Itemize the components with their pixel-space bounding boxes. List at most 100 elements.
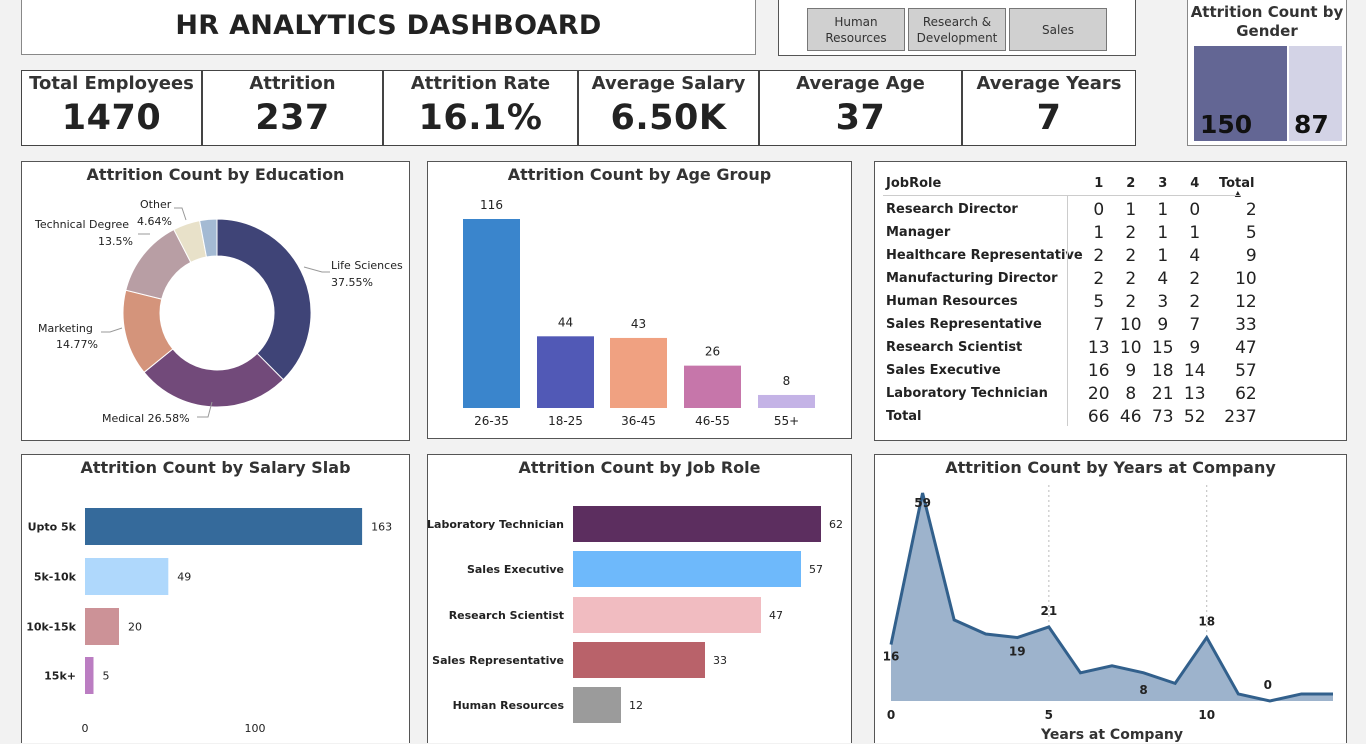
matrix-row[interactable]: Sales Executive 16 9 18 14 57	[883, 359, 1263, 382]
salary-bar-value: 49	[177, 571, 191, 584]
matrix-row[interactable]: Sales Representative 7 10 9 7 33	[883, 313, 1263, 336]
matrix-cell: 7	[1093, 314, 1105, 335]
matrix-header-col[interactable]: 1	[1083, 168, 1115, 198]
matrix-cell: 1	[1157, 245, 1169, 266]
matrix-cell: 0	[1189, 199, 1201, 220]
matrix-header-jobrole[interactable]: JobRole	[883, 168, 1083, 198]
matrix-cell: 10	[1235, 268, 1257, 289]
matrix-header-col[interactable]: 3	[1147, 168, 1179, 198]
jobrole-bar-sales-executive[interactable]	[573, 551, 801, 587]
matrix-row[interactable]: Healthcare Representative 2 2 1 4 9	[883, 244, 1263, 267]
matrix-cell: 1	[1157, 222, 1169, 243]
jobrole-bar-value: 57	[809, 563, 823, 576]
matrix-row[interactable]: Human Resources 5 2 3 2 12	[883, 290, 1263, 313]
age-bar-value: 26	[705, 345, 720, 359]
matrix-row[interactable]: Manufacturing Director 2 2 4 2 10	[883, 267, 1263, 290]
age-bar-46-55[interactable]	[684, 365, 741, 408]
matrix-row[interactable]: Laboratory Technician 20 8 21 13 62	[883, 382, 1263, 405]
matrix-cell: 9	[1189, 337, 1201, 358]
age-group-bar-chart: 116 26-35 44 18-25 43 36-45 26 46-55 8 55+	[463, 198, 815, 428]
slicer-research-development-button[interactable]: Research & Development	[908, 8, 1006, 51]
matrix-cell: 46	[1119, 406, 1142, 427]
matrix-cell: 57	[1235, 360, 1257, 381]
slicer-label: Research &	[922, 14, 992, 29]
years-area[interactable]	[891, 493, 1333, 701]
matrix-row-label: Total	[886, 409, 922, 424]
age-bar-26-35[interactable]	[463, 219, 520, 408]
age-bar-18-25[interactable]	[537, 336, 594, 408]
years-point-label: 18	[1198, 615, 1215, 629]
label-other: Other	[140, 198, 172, 211]
age-group-panel: Attrition Count by Age Group 116 26-35 44 1…	[427, 161, 852, 439]
jobrole-bar-value: 62	[829, 518, 843, 531]
page-title: HR ANALYTICS DASHBOARD	[175, 10, 602, 41]
salary-bar-value: 5	[103, 670, 110, 683]
matrix-row[interactable]: Manager 1 2 1 1 5	[883, 221, 1263, 244]
salary-bar-category: Upto 5k	[28, 521, 77, 534]
gender-female-value: 87	[1294, 110, 1329, 139]
matrix-row[interactable]: Total 66 46 73 52 237	[883, 405, 1263, 428]
matrix-cell: 9	[1245, 245, 1257, 266]
kpi-value: 237	[255, 98, 330, 138]
matrix-cell: 2	[1125, 268, 1137, 289]
matrix-row-label: Healthcare Representative	[886, 248, 1083, 263]
department-slicer: Human Resources Research & Development Sal…	[778, 0, 1136, 56]
salary-bar-10k-15k[interactable]	[85, 608, 119, 645]
matrix-cell: 2	[1125, 291, 1137, 312]
matrix-cell: 16	[1087, 360, 1110, 381]
matrix-row[interactable]: Research Director 0 1 1 0 2	[883, 198, 1263, 221]
matrix-cell: 52	[1183, 406, 1206, 427]
matrix-column-divider	[1067, 196, 1068, 426]
leader-line	[303, 266, 330, 273]
education-donut-chart: Life Sciences 37.55% Medical 26.58% Mark…	[34, 198, 403, 425]
jobrole-bar-laboratory-technician[interactable]	[573, 506, 821, 542]
years-point-label: 16	[883, 650, 900, 664]
jobrole-bar-value: 33	[713, 654, 727, 667]
kpi-total-employees: Total Employees 1470	[21, 70, 202, 146]
education-panel: Attrition Count by Education Life Scienc…	[21, 161, 410, 441]
kpi-average-years: Average Years 7	[962, 70, 1136, 146]
age-bar-36-45[interactable]	[610, 337, 667, 408]
matrix-cell: 12	[1235, 291, 1257, 312]
label-technical-degree-pct: 13.5%	[98, 235, 133, 248]
matrix-header-total[interactable]: Total ▲	[1211, 168, 1263, 199]
matrix-cell: 14	[1183, 360, 1206, 381]
years-x-tick: 10	[1198, 708, 1215, 722]
gender-male-value: 150	[1200, 110, 1253, 139]
matrix-cell: 5	[1245, 222, 1257, 243]
matrix-cell: 1	[1093, 222, 1105, 243]
matrix-cell: 2	[1093, 268, 1105, 289]
kpi-label: Total Employees	[29, 73, 194, 94]
age-bar-55+[interactable]	[758, 394, 815, 408]
years-point-label: 59	[914, 496, 931, 510]
matrix-cell: 10	[1119, 337, 1142, 358]
jobrole-bar-research-scientist[interactable]	[573, 597, 761, 633]
matrix-cell: 4	[1189, 245, 1201, 266]
jobrole-bar-value: 47	[769, 609, 783, 622]
donut-slice-life-sciences[interactable]	[216, 218, 312, 381]
salary-bar-15k+[interactable]	[85, 657, 94, 694]
age-bar-category: 36-45	[621, 414, 656, 428]
salary-bar-category: 5k-10k	[34, 571, 77, 584]
kpi-value: 16.1%	[418, 98, 543, 138]
slicer-human-resources-button[interactable]: Human Resources	[807, 8, 905, 51]
matrix-cell: 73	[1151, 406, 1174, 427]
jobrole-bar-human-resources[interactable]	[573, 687, 621, 723]
salary-bar-5k-10k[interactable]	[85, 558, 169, 595]
kpi-value: 37	[835, 98, 886, 138]
jobrole-bar-category: Research Scientist	[449, 609, 564, 622]
gender-card: Attrition Count by Gender 150 87	[1187, 0, 1347, 146]
slicer-sales-button[interactable]: Sales	[1009, 8, 1107, 51]
label-marketing: Marketing	[38, 322, 93, 335]
years-point-label: 21	[1041, 604, 1058, 618]
jobrole-bar-panel: Attrition Count by Job Role 62 Laboratory…	[427, 454, 852, 743]
matrix-cell: 13	[1087, 337, 1110, 358]
matrix-row[interactable]: Research Scientist 13 10 15 9 47	[883, 336, 1263, 359]
matrix-header-col[interactable]: 4	[1179, 168, 1211, 198]
label-other-pct: 4.64%	[137, 215, 172, 228]
jobrole-bar-sales-representative[interactable]	[573, 642, 705, 678]
salary-bar-upto 5k[interactable]	[85, 508, 363, 545]
matrix-header-col[interactable]: 2	[1115, 168, 1147, 198]
kpi-label: Average Salary	[591, 73, 746, 94]
matrix-row-label: Research Director	[886, 202, 1018, 217]
